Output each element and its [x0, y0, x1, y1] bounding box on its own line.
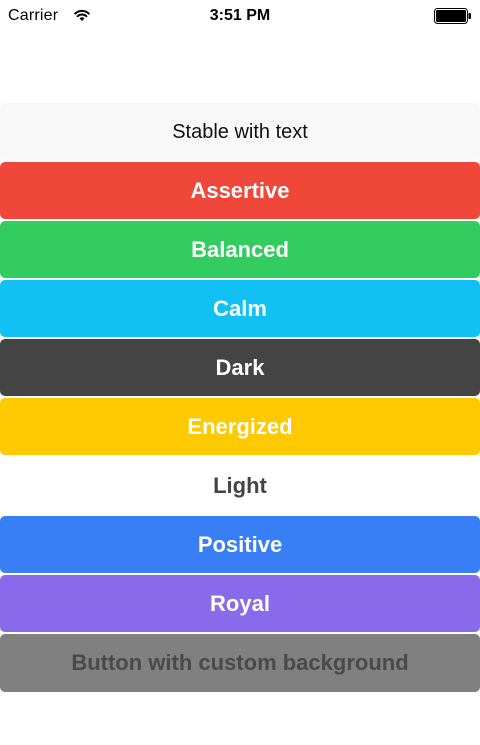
dark-button[interactable]: Dark [0, 339, 480, 396]
button-list: Stable with text Assertive Balanced Calm… [0, 103, 480, 692]
status-bar: Carrier 3:51 PM [0, 0, 480, 34]
custom-background-button[interactable]: Button with custom background [0, 634, 480, 692]
battery-icon [434, 8, 472, 24]
calm-button[interactable]: Calm [0, 280, 480, 337]
light-button[interactable]: Light [0, 457, 480, 514]
positive-button[interactable]: Positive [0, 516, 480, 573]
energized-button[interactable]: Energized [0, 398, 480, 455]
royal-button[interactable]: Royal [0, 575, 480, 632]
status-time: 3:51 PM [209, 7, 271, 24]
app-screen: Carrier 3:51 PM Stable with text Asserti… [0, 0, 480, 745]
stable-button[interactable]: Stable with text [0, 103, 480, 160]
assertive-button[interactable]: Assertive [0, 162, 480, 219]
balanced-button[interactable]: Balanced [0, 221, 480, 278]
